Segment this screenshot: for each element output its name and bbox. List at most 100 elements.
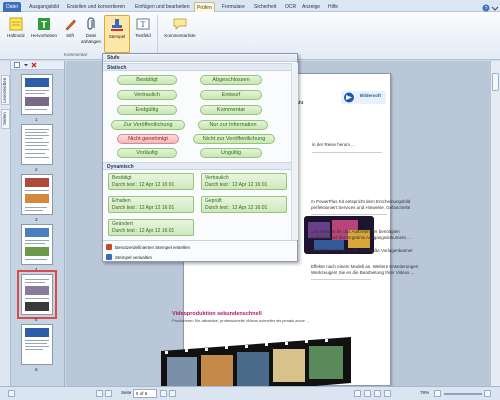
tab-file[interactable]: Datei: [3, 2, 21, 12]
last-page-button[interactable]: [169, 390, 176, 397]
textbox-label: Textfeld: [135, 33, 151, 38]
tab-bookmarks[interactable]: Lesezeichen: [1, 75, 10, 105]
highlight-button[interactable]: T Hervorheben: [31, 15, 57, 53]
ribbon-group-label: Kommentar: [64, 52, 88, 57]
next-page-button[interactable]: [160, 390, 167, 397]
dropdown-arrow-icon[interactable]: [23, 62, 29, 68]
stamp-static-completed[interactable]: Abgeschlossen: [200, 75, 262, 85]
page-thumbnail[interactable]: [21, 174, 53, 215]
first-page-button[interactable]: [96, 390, 103, 397]
sticky-note-icon: [9, 17, 23, 31]
continuous-view-button[interactable]: [364, 390, 371, 397]
stamp-dynamic-title: Vertraulich: [205, 175, 229, 181]
section-heading: Videoproduktion sekundenschnell: [172, 311, 262, 317]
vertical-scrollbar[interactable]: [490, 61, 500, 386]
sticky-note-label: Haftnotiz: [7, 33, 25, 38]
doc-text-fragment: Software und das Ergebnis Ausgangsdokume…: [311, 235, 411, 240]
dropdown-title: Stufe: [103, 54, 297, 62]
stamp-dynamic-title: Erhalten: [112, 198, 131, 204]
zoom-in-button[interactable]: [484, 390, 491, 397]
status-bar: Seite 5 of 6 78%: [0, 386, 500, 400]
stamp-button[interactable]: Stempel: [104, 15, 130, 53]
stamp-static-final[interactable]: Endgültig: [117, 105, 177, 115]
stamp-static-approved[interactable]: Bestätigt: [117, 75, 177, 85]
tab-forms[interactable]: Formulare: [220, 2, 247, 12]
ribbon-tab-bar: Datei Ausgangsbild Erstellen und konvert…: [0, 0, 500, 12]
stamp-static-not-for-publication[interactable]: Nicht zur Veröffentlichung: [193, 134, 275, 144]
stamp-static-comment[interactable]: Kommentar: [200, 105, 262, 115]
status-options-icon[interactable]: [8, 390, 15, 397]
zoom-slider[interactable]: [444, 393, 482, 395]
page-thumbnail-selected[interactable]: [17, 270, 57, 319]
thumbnail-options-icon[interactable]: [14, 62, 20, 68]
tab-review[interactable]: Prüfen: [194, 2, 215, 12]
stamp-dynamic-received[interactable]: Erhalten Durch test : 12 Apr 12 16:01: [108, 196, 194, 213]
textbox-button[interactable]: T Textfeld: [130, 15, 156, 53]
thumbnail-page-number: 1: [35, 117, 38, 122]
stamp-dynamic-confidential[interactable]: Vertraulich Durch test : 12 Apr 12 16:01: [201, 173, 287, 190]
page-thumbnail[interactable]: [21, 124, 53, 165]
svg-text:T: T: [141, 20, 146, 29]
custom-stamp-icon: [106, 244, 112, 250]
page-label: Seite: [121, 390, 132, 395]
sticky-note-button[interactable]: Haftnotiz: [3, 15, 29, 53]
stamp-dynamic-title: Bestätigt: [112, 175, 132, 181]
tab-pages[interactable]: Seiten: [1, 109, 10, 129]
delete-page-icon[interactable]: [31, 62, 37, 68]
two-page-view-button[interactable]: [374, 390, 381, 397]
previous-page-button[interactable]: [105, 390, 112, 397]
stamp-dynamic-reviewed[interactable]: Geprüft Durch test : 12 Apr 12 16:01: [201, 196, 287, 213]
stamp-dropdown: Stufe Statisch Bestätigt Abgeschlossen V…: [102, 53, 298, 262]
stamp-dynamic-byline: Durch test : 12 Apr 12 16:01: [205, 182, 268, 188]
stamp-static-not-approved[interactable]: Nicht genehmigt: [117, 134, 179, 144]
stamp-dynamic-revised[interactable]: Geändert Durch test : 12 Apr 12 16:01: [108, 219, 194, 236]
fit-page-button[interactable]: [384, 390, 391, 397]
attach-file-label: Datei anhängen: [80, 33, 102, 44]
tab-ocr[interactable]: OCR: [283, 2, 298, 12]
thumbnail-toolbar: [11, 61, 64, 70]
tab-help[interactable]: Hilfe: [326, 2, 340, 12]
stamp-dynamic-approved[interactable]: Bestätigt Durch test : 12 Apr 12 16:01: [108, 173, 194, 190]
stamp-static-draft[interactable]: Entwurf: [200, 90, 262, 100]
thumbnail-page-number: 5: [35, 317, 38, 322]
help-icon[interactable]: ?: [482, 4, 490, 12]
tab-home[interactable]: Ausgangsbild: [27, 2, 61, 12]
manage-stamps-item[interactable]: Stempel verwalten: [106, 253, 152, 262]
tab-security[interactable]: Sicherheit: [252, 2, 278, 12]
zoom-level: 78%: [420, 390, 430, 395]
doc-text-fragment: Werkzeugen! Sie es die Bearbeitung Ihrer…: [311, 270, 415, 275]
section-text: Produzieren Sie attraktive, professionel…: [172, 318, 310, 323]
tab-view[interactable]: Anzeige: [300, 2, 322, 12]
dropdown-divider: [103, 240, 297, 241]
doc-text-fragment: Effekte nach einem Modell an. Weitere Er…: [311, 264, 419, 269]
single-page-view-button[interactable]: [354, 390, 361, 397]
create-custom-stamp-item[interactable]: Benutzerdefinierten Stempel erstellen: [106, 243, 190, 252]
scrollbar-thumb[interactable]: [492, 73, 499, 91]
comment-list-button[interactable]: Kommentarliste: [162, 15, 198, 53]
page-number-input[interactable]: 5 of 6: [133, 389, 157, 398]
zoom-out-button[interactable]: [434, 390, 441, 397]
attach-file-button[interactable]: Datei anhängen: [78, 15, 104, 53]
stamp-dynamic-title: Geprüft: [205, 198, 222, 204]
stamp-icon: [110, 18, 124, 32]
page-thumbnail[interactable]: [21, 324, 53, 365]
manage-stamps-label: Stempel verwalten: [115, 255, 153, 260]
stamp-dynamic-byline: Durch test : 12 Apr 12 16:01: [112, 205, 175, 211]
tab-create-convert[interactable]: Erstellen und konvertieren: [65, 2, 127, 12]
comment-list-icon: [173, 17, 187, 31]
stamp-static-preliminary[interactable]: Vorläufig: [117, 148, 177, 158]
pen-icon: [63, 17, 77, 31]
stamp-static-void[interactable]: Ungültig: [200, 148, 262, 158]
page-thumbnail[interactable]: [21, 224, 53, 265]
stamp-static-confidential[interactable]: Vertraulich: [117, 90, 177, 100]
stamp-static-for-publication[interactable]: Zur Veröffentlichung: [111, 120, 185, 130]
doc-text-fragment: perfektioniert Services und Hinweise. Ge…: [311, 205, 411, 210]
page-thumbnail[interactable]: [21, 74, 53, 115]
ribbon-collapse-icon[interactable]: [491, 4, 499, 12]
stamp-dynamic-title: Geändert: [112, 221, 133, 227]
tab-insert-edit[interactable]: Einfügen und bearbeiten: [133, 2, 192, 12]
side-tab-strip: Lesezeichen Seiten: [0, 61, 11, 386]
doc-text-fragment: navigieren, ob sie in der 2D/Größe Vorla…: [311, 248, 413, 253]
stamp-static-info-only[interactable]: Nur zur Information: [198, 120, 268, 130]
dropdown-scrollbar[interactable]: [291, 63, 298, 240]
